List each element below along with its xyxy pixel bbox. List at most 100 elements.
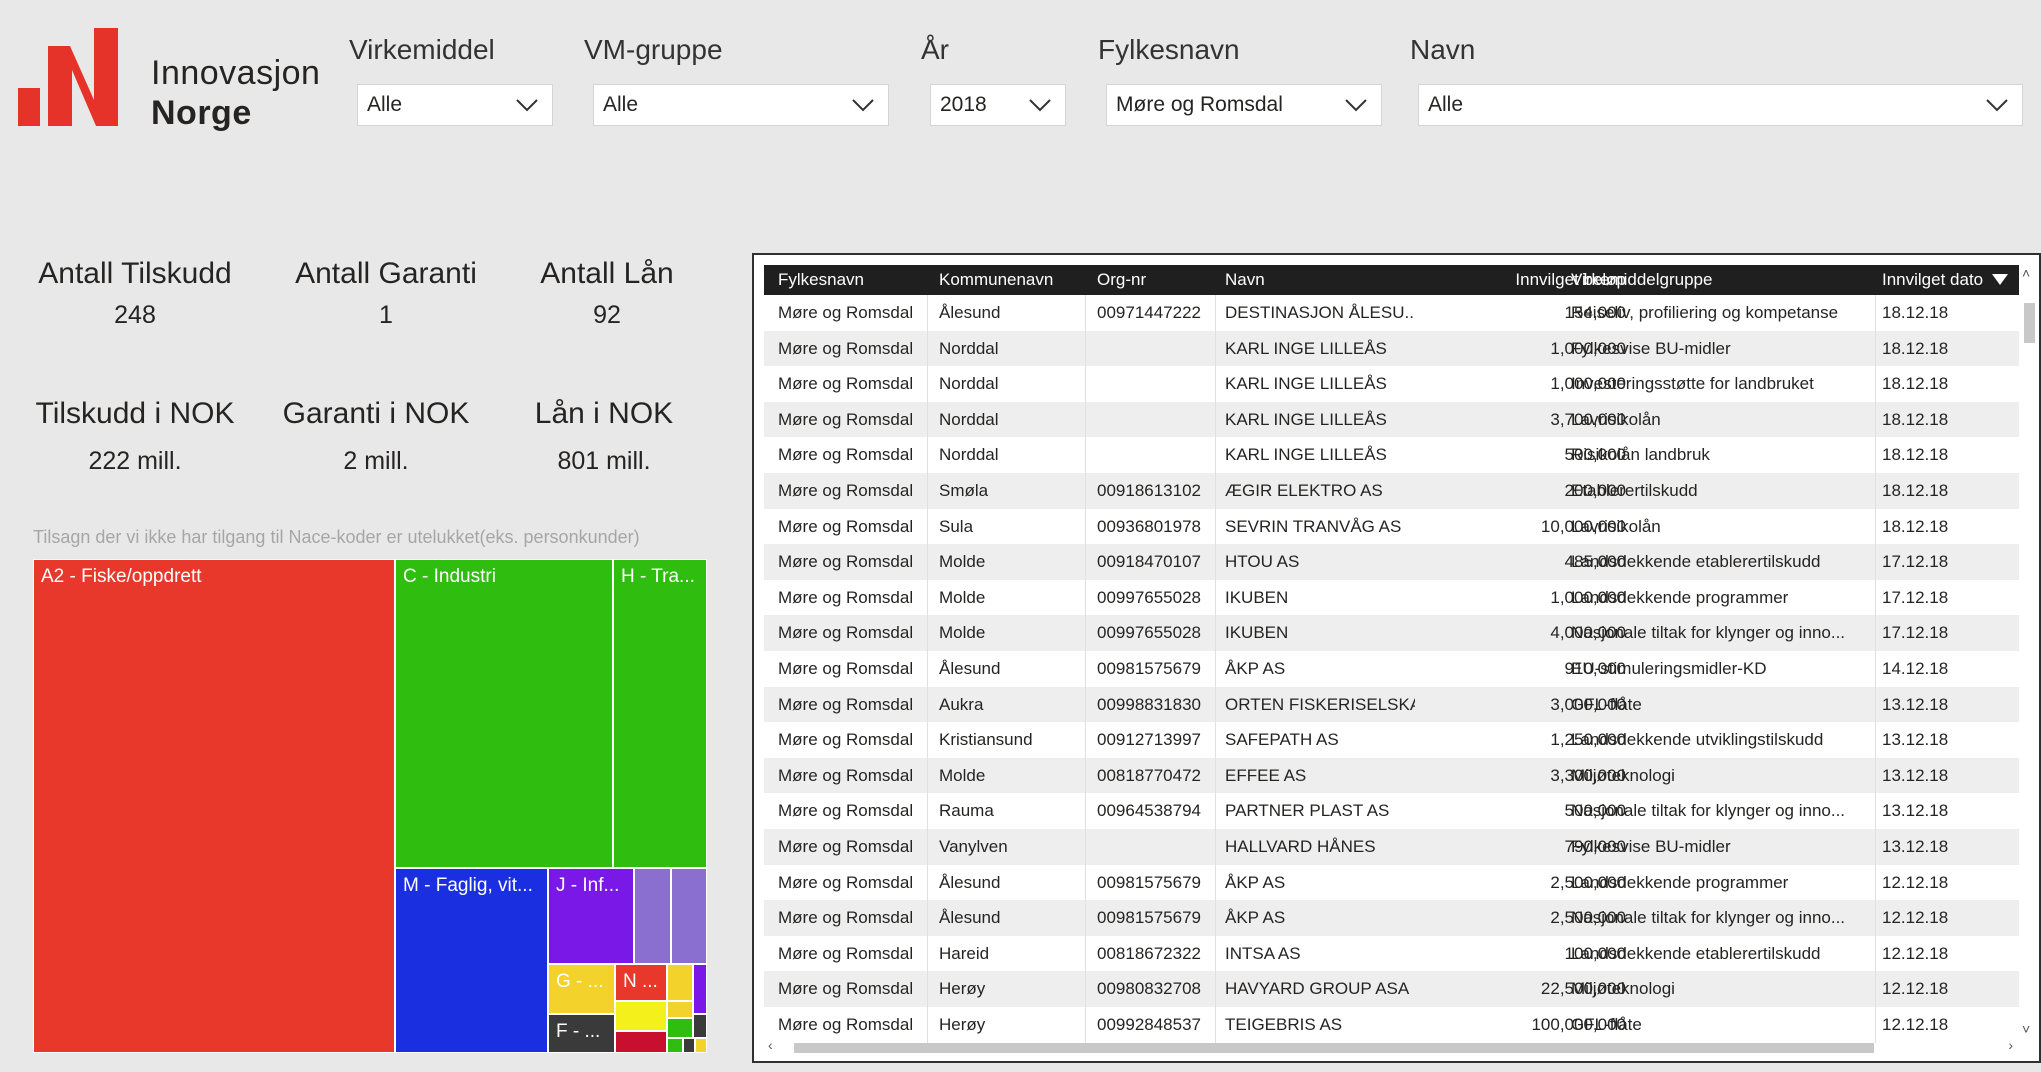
table-row[interactable]: Møre og Romsdal Hareid 00818672322 INTSA AS…: [764, 936, 2019, 972]
table-row[interactable]: Møre og Romsdal Norddal KARL INGE LILLEÅS 1…: [764, 330, 2019, 367]
cell-fylkesnavn: Møre og Romsdal: [778, 623, 914, 643]
treemap-tile-small[interactable]: [683, 1038, 695, 1053]
scroll-down-icon[interactable]: ˅: [2022, 1021, 2030, 1037]
treemap-tile-small[interactable]: [695, 1038, 707, 1053]
slicer-virkemiddel-value: Alle: [367, 93, 403, 116]
kpi-lan-nok-value: 801 mill.: [557, 447, 651, 475]
table-row[interactable]: Møre og Romsdal Kristiansund 00912713997 SA…: [764, 722, 2019, 758]
cell-org-nr: 00936801978: [1097, 516, 1202, 536]
table-row[interactable]: Møre og Romsdal Ålesund 00981575679 ÅKP AS 9…: [764, 651, 2019, 687]
treemap-tile-j[interactable]: J - Inf...: [548, 868, 634, 964]
table-row[interactable]: Møre og Romsdal Ålesund 00971447222 DESTINA…: [764, 295, 2019, 331]
table-row[interactable]: Møre og Romsdal Herøy 00980832708 HAVYARD G…: [764, 971, 2019, 1007]
kpi-tilskudd-nok-label: Tilskudd i NOK: [35, 397, 235, 430]
cell-org-nr: [1097, 437, 1222, 473]
cell-fylkesnavn: Møre og Romsdal: [778, 445, 914, 465]
cell-kommunenavn: Molde: [939, 587, 986, 607]
cell-navn: SEVRIN TRANVÅG AS: [1225, 516, 1402, 536]
cell-org-nr: 00981575679: [1097, 908, 1202, 928]
slicer-fylkesnavn-value: Møre og Romsdal: [1116, 93, 1283, 116]
cell-innvilget-dato: 13.12.18: [1882, 837, 1949, 856]
cell-virkemiddelgruppe: Lavrisikolån: [1571, 409, 1661, 429]
treemap-tile-c[interactable]: C - Industri: [395, 559, 613, 868]
cell-kommunenavn: Sula: [939, 516, 974, 536]
treemap-tile-small[interactable]: [615, 1031, 667, 1053]
column-header-org-nr[interactable]: Org-nr: [1097, 265, 1146, 295]
treemap-tile-f[interactable]: F - ...: [548, 1014, 615, 1053]
table-row[interactable]: Møre og Romsdal Molde 00818770472 EFFEE AS 3…: [764, 757, 2019, 794]
table-row[interactable]: Møre og Romsdal Norddal KARL INGE LILLEÅS 3…: [764, 401, 2019, 438]
logo-text-line2: Norge: [151, 94, 252, 132]
scroll-right-icon[interactable]: ›: [2008, 1037, 2013, 1053]
cell-innvilget-dato: 12.12.18: [1882, 908, 1949, 928]
table-row[interactable]: Møre og Romsdal Norddal KARL INGE LILLEÅS 5…: [764, 437, 2019, 473]
cell-kommunenavn: Aukra: [939, 694, 984, 714]
cell-innvilget-dato: 18.12.18: [1882, 516, 1949, 536]
table-row[interactable]: Møre og Romsdal Molde 00918470107 HTOU AS 48…: [764, 544, 2019, 580]
treemap-tile-a2[interactable]: A2 - Fiske/oppdrett: [33, 559, 395, 1053]
cell-innvilget-dato: 17.12.18: [1882, 623, 1949, 643]
table-row[interactable]: Møre og Romsdal Ålesund 00981575679 ÅKP AS 2…: [764, 900, 2019, 936]
column-header-kommunenavn[interactable]: Kommunenavn: [939, 265, 1053, 295]
treemap-tile-small[interactable]: [667, 1001, 693, 1018]
column-divider: [1085, 295, 1086, 1043]
cell-innvilget-dato: 13.12.18: [1882, 694, 1949, 714]
treemap-tile-n[interactable]: N ...: [615, 964, 667, 1001]
slicer-ar-value: 2018: [940, 93, 987, 116]
cell-kommunenavn: Norddal: [939, 374, 999, 394]
cell-fylkesnavn: Møre og Romsdal: [778, 943, 914, 963]
vertical-scrollbar[interactable]: ˄ ˅: [2019, 265, 2037, 1037]
table-row[interactable]: Møre og Romsdal Smøla 00918613102 ÆGIR ELEK…: [764, 473, 2019, 509]
treemap-tile-small[interactable]: [615, 1001, 667, 1031]
treemap-tile-g[interactable]: G - ...: [548, 964, 615, 1014]
cell-kommunenavn: Norddal: [939, 445, 999, 465]
column-header-innvilget-dato[interactable]: Innvilget dato: [1882, 265, 1983, 295]
cell-kommunenavn: Ålesund: [939, 303, 1001, 322]
slicer-vm-gruppe-dropdown[interactable]: Alle: [593, 84, 889, 126]
table-row[interactable]: Møre og Romsdal Aukra 00998831830 ORTEN FIS…: [764, 686, 2019, 723]
cell-fylkesnavn: Møre og Romsdal: [778, 338, 914, 358]
cell-kommunenavn: Norddal: [939, 338, 999, 358]
horizontal-scroll-thumb[interactable]: [794, 1043, 1874, 1053]
slicer-ar-dropdown[interactable]: 2018: [930, 84, 1066, 126]
chevron-down-icon: [516, 99, 538, 112]
treemap-tile-small[interactable]: [667, 964, 693, 1001]
cell-innvilget-dato: 18.12.18: [1882, 338, 1949, 358]
cell-org-nr: 00918613102: [1097, 481, 1202, 500]
slicer-navn-dropdown[interactable]: Alle: [1418, 84, 2023, 126]
cell-org-nr: [1097, 829, 1222, 865]
table-row[interactable]: Møre og Romsdal Molde 00997655028 IKUBEN 1,0…: [764, 580, 2019, 616]
table-row[interactable]: Møre og Romsdal Norddal KARL INGE LILLEÅS 1…: [764, 366, 2019, 402]
treemap-tile-small[interactable]: [667, 1018, 693, 1038]
treemap-tile-small[interactable]: [634, 868, 671, 964]
cell-kommunenavn: Kristiansund: [939, 730, 1033, 750]
cell-navn: ÅKP AS: [1225, 872, 1286, 892]
treemap-tile-small[interactable]: [671, 868, 707, 964]
treemap-tile-small[interactable]: [693, 1014, 707, 1038]
cell-org-nr: [1097, 331, 1222, 367]
scroll-up-icon[interactable]: ˄: [2022, 265, 2030, 281]
table-row[interactable]: Møre og Romsdal Sula 00936801978 SEVRIN TRA…: [764, 509, 2019, 545]
column-header-virkemiddelgruppe[interactable]: Virkemiddelgruppe: [1571, 265, 1712, 295]
cell-fylkesnavn: Møre og Romsdal: [778, 659, 914, 678]
column-divider: [1215, 295, 1216, 1043]
table-row[interactable]: Møre og Romsdal Rauma 00964538794 PARTNER P…: [764, 793, 2019, 829]
column-header-navn[interactable]: Navn: [1225, 265, 1265, 295]
chevron-down-icon: [852, 99, 874, 112]
horizontal-scrollbar[interactable]: ‹ ›: [764, 1037, 2019, 1057]
cell-org-nr: 00971447222: [1097, 303, 1202, 322]
table-row[interactable]: Møre og Romsdal Vanylven HALLVARD HÅNES 790…: [764, 829, 2019, 865]
treemap-tile-small[interactable]: [693, 964, 707, 1014]
sort-descending-icon[interactable]: [1992, 274, 2008, 286]
treemap-tile-m[interactable]: M - Faglig, vit...: [395, 868, 548, 1053]
scroll-left-icon[interactable]: ‹: [768, 1037, 773, 1053]
vertical-scroll-thumb[interactable]: [2024, 303, 2035, 343]
table-row[interactable]: Møre og Romsdal Molde 00997655028 IKUBEN 4,0…: [764, 615, 2019, 651]
cell-fylkesnavn: Møre og Romsdal: [778, 765, 914, 785]
table-row[interactable]: Møre og Romsdal Ålesund 00981575679 ÅKP AS 2…: [764, 865, 2019, 901]
slicer-virkemiddel-dropdown[interactable]: Alle: [357, 84, 553, 126]
treemap-tile-h[interactable]: H - Tra...: [613, 559, 707, 868]
slicer-fylkesnavn-dropdown[interactable]: Møre og Romsdal: [1106, 84, 1382, 126]
treemap-tile-small[interactable]: [667, 1038, 683, 1053]
column-header-fylkesnavn[interactable]: Fylkesnavn: [778, 265, 864, 295]
